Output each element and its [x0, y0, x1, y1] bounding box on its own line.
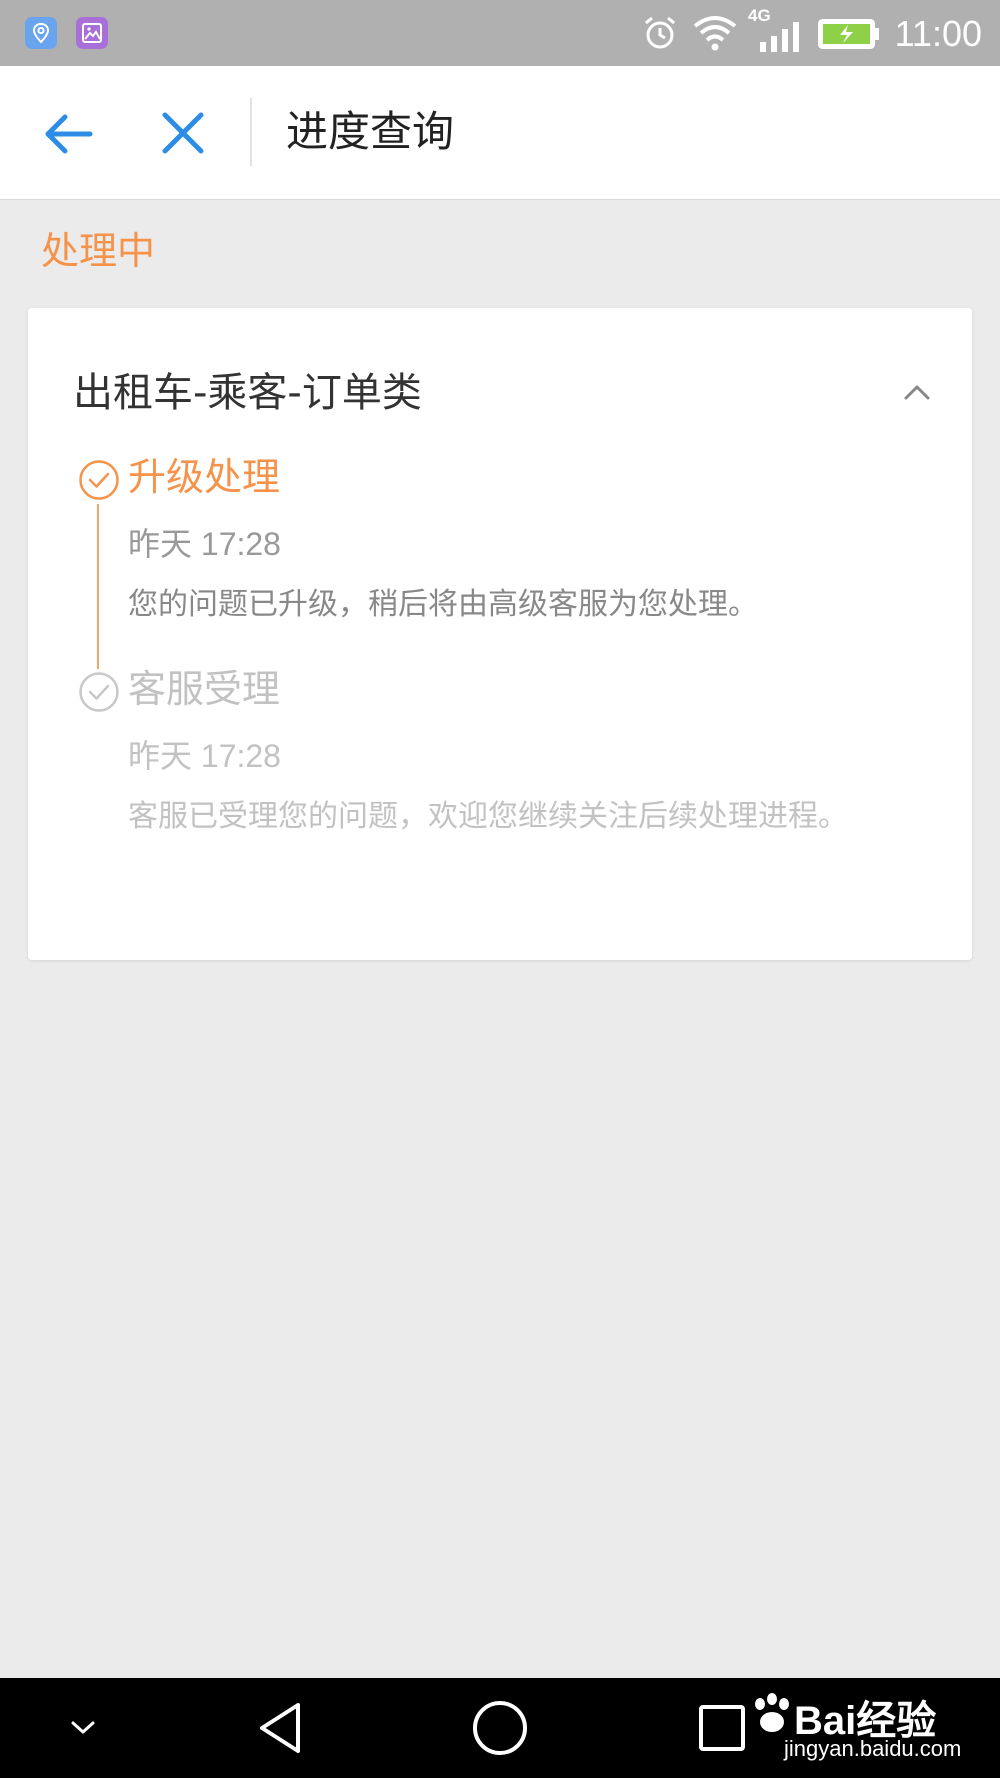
home-circle-icon [473, 1701, 527, 1755]
timeline-connector [97, 504, 99, 669]
alarm-icon [641, 14, 679, 56]
step-time: 昨天 17:28 [128, 738, 281, 774]
nav-back-button[interactable] [232, 1678, 328, 1778]
app-bar-divider [250, 98, 252, 166]
step-title: 升级处理 [128, 455, 281, 499]
step-description: 客服已受理您的问题，欢迎您继续关注后续处理进程。 [128, 799, 848, 834]
close-button[interactable] [158, 108, 208, 158]
step-description: 您的问题已升级，稍后将由高级客服为您处理。 [128, 587, 758, 622]
ticket-card: 出租车-乘客-订单类 升级处理 昨天 17:28 您的问题已升级，稍后将由高级客… [28, 308, 972, 960]
back-button[interactable] [40, 106, 96, 162]
paw-logo-icon [755, 1693, 789, 1732]
status-section-label: 处理中 [41, 229, 156, 273]
check-circle-icon [78, 671, 120, 713]
watermark-url: jingyan.baidu.com [784, 1736, 962, 1761]
signal-icon [758, 20, 804, 56]
chevron-up-icon [904, 385, 930, 400]
page-title: 进度查询 [286, 107, 455, 156]
back-triangle-icon [260, 1703, 300, 1753]
wifi-icon [692, 14, 738, 56]
ticket-category-title: 出租车-乘客-订单类 [73, 370, 422, 416]
status-time: 11:00 [894, 13, 982, 54]
nav-home-button[interactable] [452, 1678, 548, 1778]
nav-hide-button[interactable] [50, 1678, 116, 1778]
status-bar: 4G 11:00 [0, 0, 1000, 66]
step-time: 昨天 17:28 [128, 526, 281, 562]
battery-charging-icon [818, 19, 880, 53]
baidu-jingyan-watermark: Bai经验 jingyan.baidu.com [744, 1686, 961, 1770]
gallery-app-icon [76, 17, 108, 49]
step-title: 客服受理 [128, 667, 281, 711]
collapse-toggle-button[interactable] [902, 380, 932, 404]
chevron-down-icon [71, 1721, 95, 1734]
check-circle-icon [78, 459, 120, 501]
recents-square-icon [699, 1705, 745, 1751]
app-bar: 进度查询 [0, 66, 1000, 200]
close-icon [162, 112, 204, 154]
location-app-icon [25, 17, 57, 49]
arrow-left-icon [45, 114, 93, 154]
